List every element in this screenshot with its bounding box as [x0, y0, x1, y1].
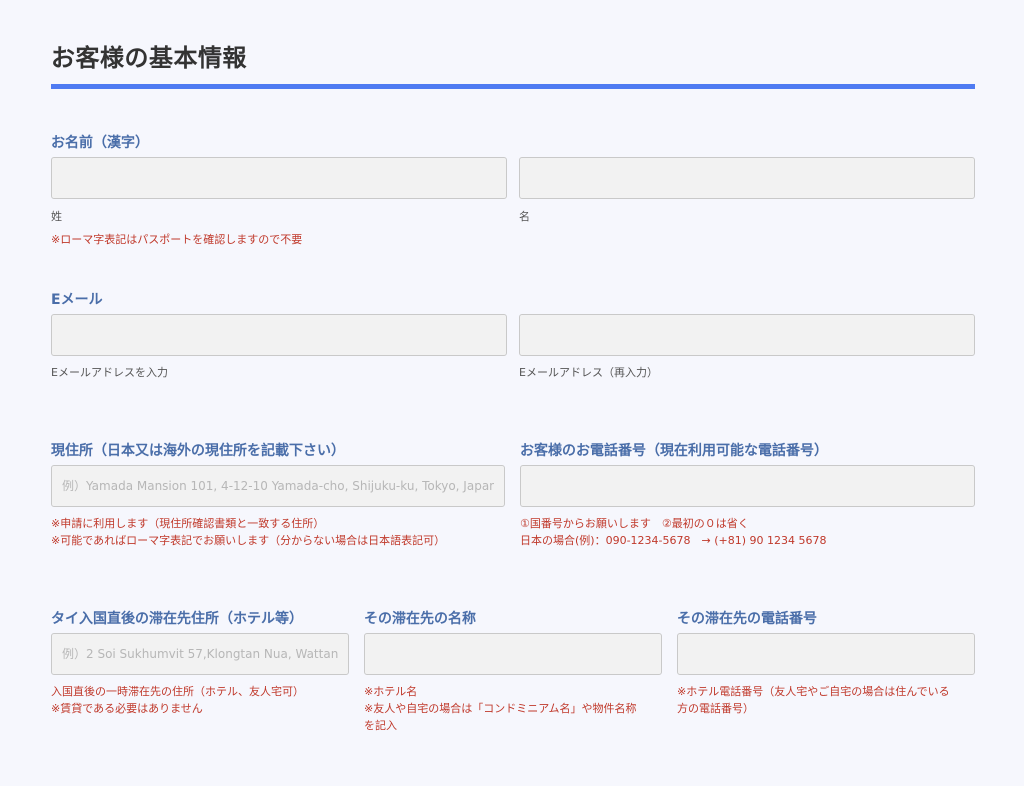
phone-label: お客様のお電話番号（現在利用可能な電話番号） [520, 443, 828, 459]
thai-address-label: タイ入国直後の滞在先住所（ホテル等） [51, 611, 303, 627]
phone-note-1: ①国番号からお願いします ②最初の０は省く [520, 517, 749, 530]
name-kanji-label: お名前（漢字） [51, 135, 149, 151]
address-note-1: ※申請に利用します（現住所確認書類と一致する住所） [51, 517, 325, 530]
stay-phone-input[interactable] [677, 633, 975, 675]
last-name-sublabel: 姓 [51, 210, 62, 223]
email-confirm-input[interactable] [519, 314, 975, 356]
phone-note-2: 日本の場合(例)：090-1234-5678 → (+81) 90 1234 5… [520, 534, 827, 547]
first-name-input[interactable] [519, 157, 975, 199]
page-title: お客様の基本情報 [51, 44, 247, 72]
email-sublabel: Eメールアドレスを入力 [51, 366, 168, 379]
first-name-sublabel: 名 [519, 210, 530, 223]
phone-input[interactable] [520, 465, 975, 507]
stay-name-label: その滞在先の名称 [364, 611, 476, 627]
email-label: Eメール [51, 292, 103, 308]
stay-name-note-3: を記入 [364, 719, 397, 732]
stay-phone-note-2: 方の電話番号） [677, 702, 754, 715]
last-name-input[interactable] [51, 157, 507, 199]
email-confirm-sublabel: Eメールアドレス（再入力） [519, 366, 658, 379]
email-input[interactable] [51, 314, 507, 356]
thai-address-note-2: ※賃貸である必要はありません [51, 702, 203, 715]
stay-name-note-1: ※ホテル名 [364, 685, 418, 698]
stay-name-input[interactable] [364, 633, 662, 675]
thai-address-note-1: 入国直後の一時滞在先の住所（ホテル、友人宅可） [51, 685, 304, 698]
address-note-2: ※可能であればローマ字表記でお願いします（分からない場合は日本語表記可） [51, 534, 446, 547]
address-label: 現住所（日本又は海外の現住所を記載下さい） [51, 443, 345, 459]
thai-address-input[interactable] [51, 633, 349, 675]
stay-phone-note-1: ※ホテル電話番号（友人宅やご自宅の場合は住んでいる [677, 685, 950, 698]
stay-name-note-2: ※友人や自宅の場合は「コンドミニアム名」や物件名称 [364, 702, 637, 715]
stay-phone-label: その滞在先の電話番号 [677, 611, 817, 627]
name-note: ※ローマ字表記はパスポートを確認しますので不要 [51, 233, 303, 246]
address-input[interactable] [51, 465, 505, 507]
title-underline [51, 84, 975, 89]
